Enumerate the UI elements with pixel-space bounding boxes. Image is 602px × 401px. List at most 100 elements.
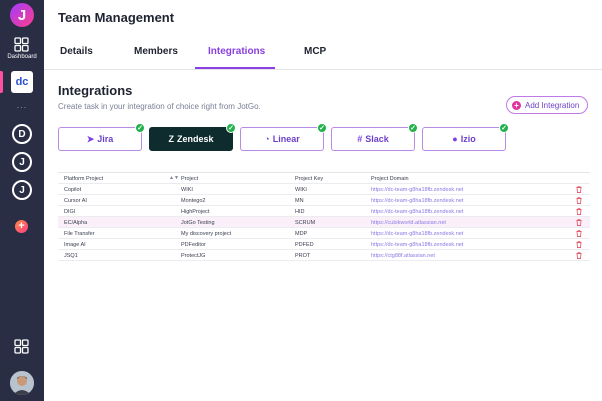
integrations-subtitle: Create task in your integration of choic… xyxy=(58,102,261,111)
jira-icon: ➤ xyxy=(86,133,95,144)
cell-key: PDFED xyxy=(295,242,314,248)
active-workspace-tile[interactable]: dc xyxy=(11,71,33,93)
integration-card-label: Jira xyxy=(97,134,114,144)
trash-icon[interactable] xyxy=(576,208,582,215)
header-platform-project[interactable]: Platform Project xyxy=(64,176,103,182)
integration-card-izio[interactable]: ● Izio ✓ xyxy=(422,123,509,151)
cell-domain[interactable]: https://dc-team-g8ha18fb.zendesk.net xyxy=(371,198,463,204)
cell-domain[interactable]: https://dc-team-g8ha18fb.zendesk.net xyxy=(371,209,463,215)
user-avatar[interactable] xyxy=(10,371,34,395)
integration-card-label: Zendesk xyxy=(176,134,214,144)
tab-members[interactable]: Members xyxy=(134,46,178,57)
integration-card-zendesk[interactable]: Z Zendesk ✓ xyxy=(149,123,236,151)
table-row[interactable]: File Transfer My discovery project MDP h… xyxy=(58,228,590,239)
table-row[interactable]: Copilot WIKI WIKI https://dc-team-g8ha18… xyxy=(58,184,590,195)
table-row[interactable]: EC/Alpha JotGo Testing SCRUM https://cub… xyxy=(58,217,590,228)
add-integration-button[interactable]: + Add Integration xyxy=(506,96,588,114)
tab-details[interactable]: Details xyxy=(60,46,93,57)
cell-platform: DIGI xyxy=(64,209,76,215)
workspace-j2[interactable]: J xyxy=(12,180,32,200)
slack-icon: # xyxy=(357,134,363,144)
header-project-key: Project Key xyxy=(295,176,324,182)
connected-check-icon: ✓ xyxy=(499,123,509,133)
cell-project: WIKI xyxy=(181,187,193,193)
avatar-image xyxy=(10,371,34,395)
cell-key: HID xyxy=(295,209,305,215)
connected-check-icon: ✓ xyxy=(408,123,418,133)
cell-key: MDP xyxy=(295,231,308,237)
cell-platform: File Transfer xyxy=(64,231,95,237)
app-logo[interactable]: J xyxy=(10,3,34,27)
cell-project: Montego2 xyxy=(181,198,206,204)
trash-icon[interactable] xyxy=(576,186,582,193)
cell-key: SCRUM xyxy=(295,220,316,226)
integration-card-label: Izio xyxy=(460,134,476,144)
apps-icon[interactable] xyxy=(14,339,29,354)
cell-platform: Image AI xyxy=(64,242,86,248)
cell-project: JotGo Testing xyxy=(181,220,215,226)
workspace-j1-letter: J xyxy=(19,156,25,168)
page-title: Team Management xyxy=(58,10,175,25)
cell-key: WIKI xyxy=(295,187,307,193)
cell-project: HighProject xyxy=(181,209,210,215)
workspace-j2-letter: J xyxy=(19,184,25,196)
linear-icon: ◔ xyxy=(264,134,270,144)
workspace-initials: dc xyxy=(15,76,29,88)
dashboard-label[interactable]: Dashboard xyxy=(0,54,44,60)
integrations-heading: Integrations xyxy=(58,83,133,98)
header-project-domain: Project Domain xyxy=(371,176,409,182)
cell-project: ProtectJG xyxy=(181,253,206,259)
integration-card-label: Slack xyxy=(365,134,389,144)
table-row[interactable]: Image AI PDFeditor PDFED https://dc-team… xyxy=(58,239,590,250)
trash-icon[interactable] xyxy=(576,197,582,204)
logo-letter: J xyxy=(17,6,27,24)
active-tab-underline xyxy=(195,67,275,69)
cell-platform: EC/Alpha xyxy=(64,220,88,226)
table-row[interactable]: DIGI HighProject HID https://dc-team-g8h… xyxy=(58,206,590,217)
zendesk-icon: Z xyxy=(168,134,174,144)
sidebar: J Dashboard dc ... D J J + xyxy=(0,0,44,401)
trash-icon[interactable] xyxy=(576,252,582,259)
cell-domain[interactable]: https://dc-team-g8ha18fb.zendesk.net xyxy=(371,242,463,248)
trash-icon[interactable] xyxy=(576,241,582,248)
cell-domain[interactable]: https://dc-team-g8ha18fb.zendesk.net xyxy=(371,231,463,237)
workspace-d-letter: D xyxy=(18,128,26,140)
integration-card-linear[interactable]: ◔ Linear ✓ xyxy=(240,123,327,151)
sort-icon[interactable]: ▲▼ xyxy=(169,175,179,181)
workspace-d[interactable]: D xyxy=(12,124,32,144)
tab-integrations[interactable]: Integrations xyxy=(208,46,265,57)
main-content: Team Management Details Members Integrat… xyxy=(44,0,602,401)
cell-platform: Copilot xyxy=(64,187,82,193)
integration-card-slack[interactable]: # Slack ✓ xyxy=(331,123,418,151)
cell-key: MN xyxy=(295,198,304,204)
cell-domain[interactable]: https://ctg88f.atlassian.net xyxy=(371,253,435,259)
workspace-j1[interactable]: J xyxy=(12,152,32,172)
tab-bar: Details Members Integrations MCP xyxy=(44,40,602,70)
table-row[interactable]: JSQ1 ProtectJG PROT https://ctg88f.atlas… xyxy=(58,250,590,261)
cell-project: PDFeditor xyxy=(181,242,206,248)
dashboard-icon[interactable] xyxy=(14,37,29,52)
projects-table: Platform Project ▲▼ Project Project Key … xyxy=(58,172,590,261)
active-indicator xyxy=(0,71,3,93)
connected-check-icon: ✓ xyxy=(135,123,145,133)
header-project: Project xyxy=(181,176,199,182)
izio-icon: ● xyxy=(452,134,458,144)
table-row[interactable]: Cursor AI Montego2 MN https://dc-team-g8… xyxy=(58,195,590,206)
connected-check-icon: ✓ xyxy=(226,123,236,133)
cell-key: PROT xyxy=(295,253,311,259)
plus-icon: + xyxy=(512,100,521,110)
cell-domain[interactable]: https://dc-team-g8ha18fb.zendesk.net xyxy=(371,187,463,193)
trash-icon[interactable] xyxy=(576,219,582,226)
cell-domain[interactable]: https://cubikworld.atlassian.net xyxy=(371,220,446,226)
tab-mcp[interactable]: MCP xyxy=(304,46,326,57)
cell-platform: JSQ1 xyxy=(64,253,78,259)
trash-icon[interactable] xyxy=(576,230,582,237)
table-header-row: Platform Project ▲▼ Project Project Key … xyxy=(58,172,590,184)
more-workspaces[interactable]: ... xyxy=(0,100,44,110)
cell-project: My discovery project xyxy=(181,231,232,237)
cell-platform: Cursor AI xyxy=(64,198,87,204)
add-integration-label: Add Integration xyxy=(525,100,580,110)
integration-card-jira[interactable]: ➤ Jira ✓ xyxy=(58,123,145,151)
add-workspace-button[interactable]: + xyxy=(15,220,28,233)
connected-check-icon: ✓ xyxy=(317,123,327,133)
